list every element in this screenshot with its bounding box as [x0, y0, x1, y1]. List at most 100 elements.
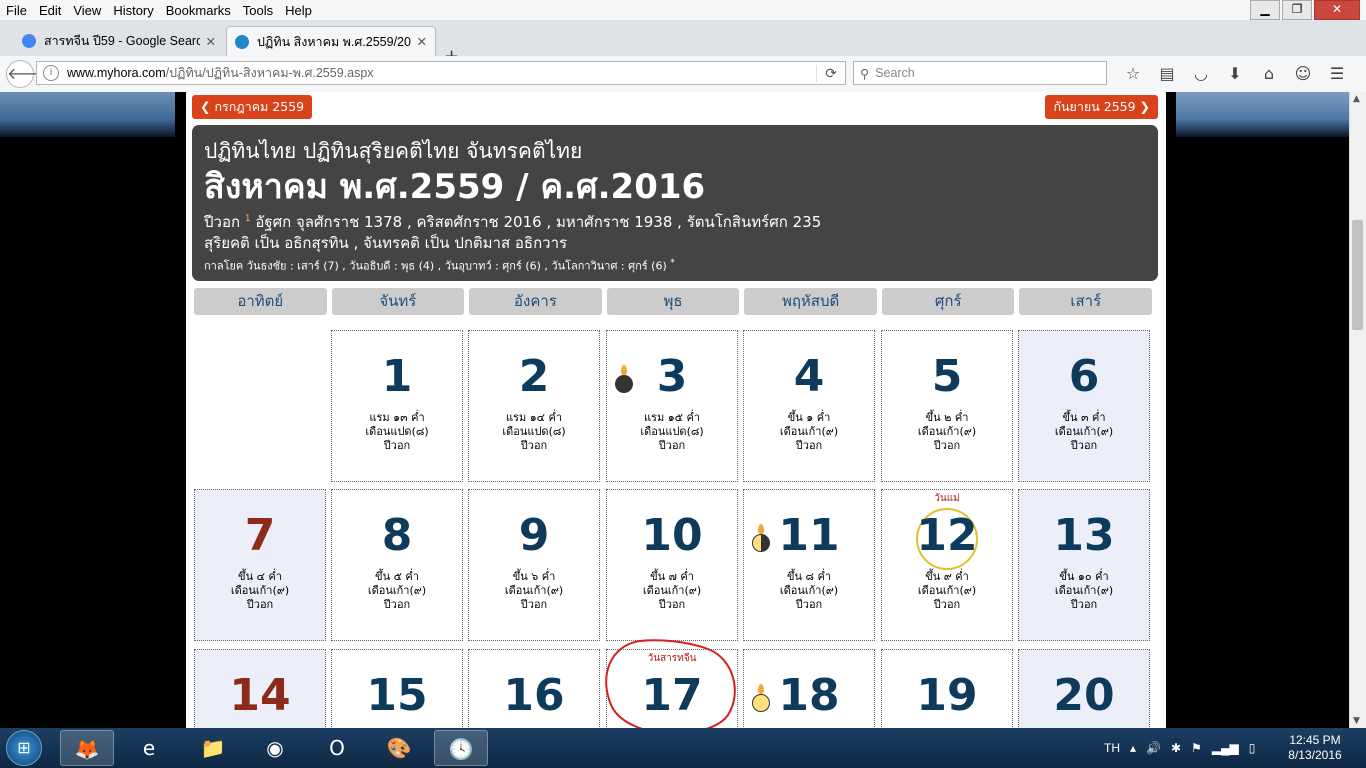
- opera-icon[interactable]: O: [310, 730, 364, 766]
- lunar-date: แรม ๑๕ ค่ำ เดือนแปด(๘) ปีวอก: [607, 411, 737, 453]
- scroll-up-icon[interactable]: ▲: [1353, 94, 1360, 104]
- close-window-button[interactable]: ✕: [1314, 0, 1360, 20]
- day-cell[interactable]: วันแม่ 12 ขึ้น ๙ ค่ำ เดือนเก้า(๙) ปีวอก: [881, 489, 1013, 641]
- day-number: 2: [518, 351, 550, 402]
- explorer-icon[interactable]: 📁: [186, 730, 240, 766]
- lunar-line: ปีวอก: [1070, 598, 1098, 611]
- lunar-date: แรม ๑๓ ค่ำ เดือนแปด(๘) ปีวอก: [332, 411, 462, 453]
- lunar-date: ขึ้น ๓ ค่ำ เดือนเก้า(๙) ปีวอก: [1019, 411, 1149, 453]
- day-cell[interactable]: 7 ขึ้น ๔ ค่ำ เดือนเก้า(๙) ปีวอก: [194, 489, 326, 641]
- language-indicator[interactable]: TH: [1104, 741, 1120, 755]
- lunar-line: ปีวอก: [1070, 439, 1098, 452]
- weekday-header: เสาร์: [1019, 288, 1153, 315]
- menu-item-bookmarks[interactable]: Bookmarks: [160, 3, 237, 18]
- window-controls: ▁ ❐ ✕: [1248, 0, 1360, 20]
- tab-title: ปฏิทิน สิงหาคม พ.ศ.2559/20...: [257, 34, 411, 49]
- next-month-button[interactable]: กันยายน 2559 ❯: [1045, 95, 1158, 119]
- day-cell[interactable]: 19: [881, 649, 1013, 728]
- era-text: อัฐศก จุลศักราช 1378 , คริสตศักราช 2016 …: [255, 213, 822, 231]
- lunar-line: ปีวอก: [383, 598, 411, 611]
- download-icon[interactable]: ⬇: [1218, 64, 1252, 83]
- day-cell[interactable]: 10 ขึ้น ๗ ค่ำ เดือนเก้า(๙) ปีวอก: [606, 489, 738, 641]
- minimize-button[interactable]: ▁: [1250, 0, 1280, 20]
- day-cell[interactable]: 3 แรม ๑๕ ค่ำ เดือนแปด(๘) ปีวอก: [606, 330, 738, 482]
- tray-arrow-icon[interactable]: ▴: [1130, 741, 1136, 755]
- weekday-header: พุธ: [606, 288, 740, 315]
- chat-icon[interactable]: ☺: [1286, 64, 1320, 83]
- menu-item-help[interactable]: Help: [279, 3, 318, 18]
- day-cell[interactable]: 4 ขึ้น ๑ ค่ำ เดือนเก้า(๙) ปีวอก: [743, 330, 875, 482]
- menu-item-edit[interactable]: Edit: [33, 3, 67, 18]
- home-icon[interactable]: ⌂: [1252, 64, 1286, 83]
- day-number: 13: [1053, 510, 1115, 561]
- tab-calendar[interactable]: ปฏิทิน สิงหาคม พ.ศ.2559/20... ✕: [226, 26, 436, 56]
- search-input[interactable]: ⚲ Search: [853, 61, 1107, 85]
- day-cell[interactable]: 16: [468, 649, 600, 728]
- day-cell[interactable]: 11 ขึ้น ๘ ค่ำ เดือนเก้า(๙) ปีวอก: [743, 489, 875, 641]
- lunar-line: แรม ๑๓ ค่ำ: [369, 411, 425, 424]
- scroll-down-icon[interactable]: ▼: [1353, 716, 1360, 726]
- vertical-scrollbar[interactable]: ▲ ▼: [1349, 92, 1366, 728]
- weekday-header: พฤหัสบดี: [744, 288, 877, 315]
- day-cell[interactable]: 9 ขึ้น ๖ ค่ำ เดือนเก้า(๙) ปีวอก: [468, 489, 600, 641]
- day-cell[interactable]: 8 ขึ้น ๕ ค่ำ เดือนเก้า(๙) ปีวอก: [331, 489, 463, 641]
- lunar-line: เดือนเก้า(๙): [230, 584, 290, 597]
- menu-item-file[interactable]: File: [0, 3, 33, 18]
- pocket-icon[interactable]: ◡: [1184, 64, 1218, 83]
- kala-footnote[interactable]: *: [670, 257, 675, 268]
- lunar-line: ขึ้น ๙ ค่ำ: [925, 570, 969, 583]
- flag-icon[interactable]: ⚑: [1191, 741, 1202, 755]
- day-cell[interactable]: 2 แรม ๑๔ ค่ำ เดือนแปด(๘) ปีวอก: [468, 330, 600, 482]
- reading-list-icon[interactable]: ▤: [1150, 64, 1184, 83]
- day-cell[interactable]: 6 ขึ้น ๓ ค่ำ เดือนเก้า(๙) ปีวอก: [1018, 330, 1150, 482]
- chrome-icon[interactable]: ◉: [248, 730, 302, 766]
- start-button[interactable]: ⊞: [6, 730, 42, 766]
- day-cell[interactable]: 15: [331, 649, 463, 728]
- day-cell[interactable]: 14: [194, 649, 326, 728]
- day-cell[interactable]: 20: [1018, 649, 1150, 728]
- clock-app-icon[interactable]: 🕓: [434, 730, 488, 766]
- scroll-thumb[interactable]: [1352, 220, 1363, 330]
- reload-icon[interactable]: ⟳: [816, 64, 837, 82]
- paint-icon[interactable]: 🎨: [372, 730, 426, 766]
- google-icon: [22, 34, 36, 48]
- menu-item-tools[interactable]: Tools: [237, 3, 279, 18]
- day-number: 1: [381, 351, 413, 402]
- era-footnote[interactable]: 1: [245, 214, 251, 224]
- info-icon[interactable]: i: [43, 65, 59, 81]
- url-bar[interactable]: i www.myhora.com /ปฏิทิน/ปฏิทิน-สิงหาคม-…: [36, 61, 846, 85]
- tab-google-search[interactable]: สารทจีน ปี59 - Google Search ✕: [14, 26, 224, 56]
- lunar-line: เดือนเก้า(๙): [642, 584, 702, 597]
- tab-close-icon[interactable]: ✕: [417, 34, 427, 49]
- day-cell[interactable]: 13 ขึ้น ๑๐ ค่ำ เดือนเก้า(๙) ปีวอก: [1018, 489, 1150, 641]
- weekday-header: อาทิตย์: [194, 288, 327, 315]
- lunar-date: ขึ้น ๑ ค่ำ เดือนเก้า(๙) ปีวอก: [744, 411, 874, 453]
- menu-icon[interactable]: ☰: [1320, 64, 1354, 83]
- menu-item-view[interactable]: View: [67, 3, 107, 18]
- day-number: 12: [916, 510, 978, 561]
- bookmark-star-icon[interactable]: ☆: [1116, 64, 1150, 83]
- lunar-line: แรม ๑๕ ค่ำ: [643, 411, 701, 424]
- system-tray: TH ▴ 🔊 ✱ ⚑ ▂▄▆ ▯: [1104, 728, 1265, 768]
- day-cell[interactable]: 5 ขึ้น ๒ ค่ำ เดือนเก้า(๙) ปีวอก: [881, 330, 1013, 482]
- back-button[interactable]: 🡐: [6, 60, 50, 88]
- system-clock[interactable]: 12:45 PM 8/13/2016: [1284, 733, 1346, 763]
- firefox-icon[interactable]: 🦊: [60, 730, 114, 766]
- lunar-date: ขึ้น ๔ ค่ำ เดือนเก้า(๙) ปีวอก: [195, 570, 325, 612]
- bluetooth-icon[interactable]: ✱: [1171, 741, 1181, 755]
- era-info: ปีวอก 1 อัฐศก จุลศักราช 1378 , คริสตศักร…: [204, 209, 1158, 233]
- ie-icon[interactable]: e: [122, 730, 176, 766]
- network-icon[interactable]: ▂▄▆: [1212, 741, 1239, 755]
- day-cell[interactable]: 18: [743, 649, 875, 728]
- day-cell[interactable]: 1 แรม ๑๓ ค่ำ เดือนแปด(๘) ปีวอก: [331, 330, 463, 482]
- background-sky-right: [1176, 92, 1350, 137]
- day-number: 3: [656, 351, 688, 402]
- lunar-line: ขึ้น ๑ ค่ำ: [787, 411, 831, 424]
- volume-icon[interactable]: 🔊: [1146, 741, 1161, 755]
- prev-month-button[interactable]: ❮ กรกฎาคม 2559: [192, 95, 313, 119]
- menu-item-history[interactable]: History: [107, 3, 159, 18]
- tab-close-icon[interactable]: ✕: [206, 34, 216, 49]
- lunar-line: เดือนเก้า(๙): [1054, 425, 1114, 438]
- battery-icon[interactable]: ▯: [1249, 741, 1256, 755]
- maximize-button[interactable]: ❐: [1282, 0, 1312, 20]
